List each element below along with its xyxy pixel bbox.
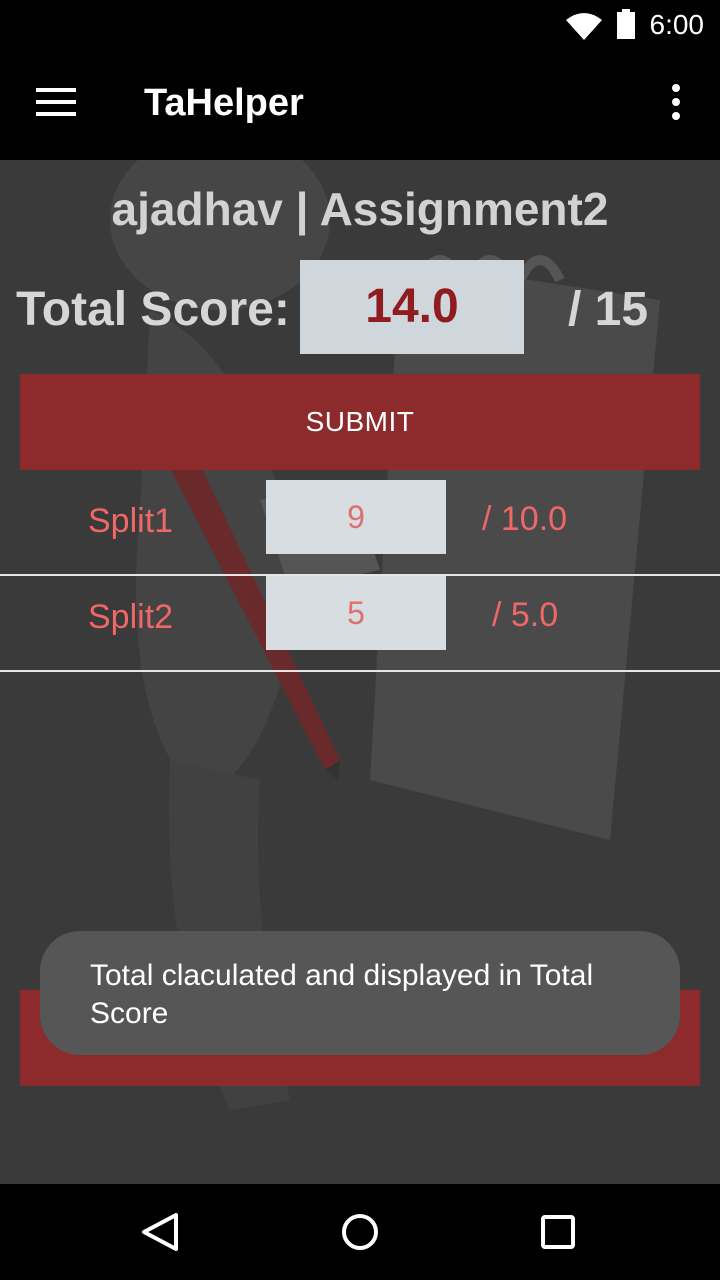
navigation-bar [0,1184,720,1280]
split-max: / 5.0 [492,596,559,634]
status-bar: 6:00 [0,0,720,48]
split-max: / 10.0 [482,500,568,538]
split-score-input[interactable]: 9 [266,480,446,554]
wifi-icon [566,13,602,40]
total-score-field[interactable]: 14.0 [300,260,524,354]
battery-icon [617,9,635,39]
recents-icon[interactable] [540,1214,576,1250]
back-icon[interactable] [140,1212,180,1252]
page-title: ajadhav | Assignment2 [111,183,609,235]
split-row: Split2 5 / 5.0 [0,576,720,672]
split-name: Split1 [88,502,174,540]
home-icon[interactable] [340,1212,380,1252]
overflow-menu-icon[interactable] [666,84,686,124]
total-score-max: / 15 [568,283,649,336]
toast-message: Total claculated and displayed in Total … [40,931,680,1055]
status-clock: 6:00 [649,9,705,40]
hamburger-menu-icon[interactable] [36,88,76,118]
split-name: Split2 [88,598,174,636]
main-content: ajadhav | Assignment2 Total Score: 14.0 … [0,160,720,1184]
app-bar: TaHelper [0,48,720,160]
submit-button[interactable]: SUBMIT [20,374,700,470]
split-score-input[interactable]: 5 [266,576,446,650]
total-score-label: Total Score: [16,283,290,336]
app-title: TaHelper [144,82,304,124]
split-row: Split1 9 / 10.0 [0,480,720,576]
